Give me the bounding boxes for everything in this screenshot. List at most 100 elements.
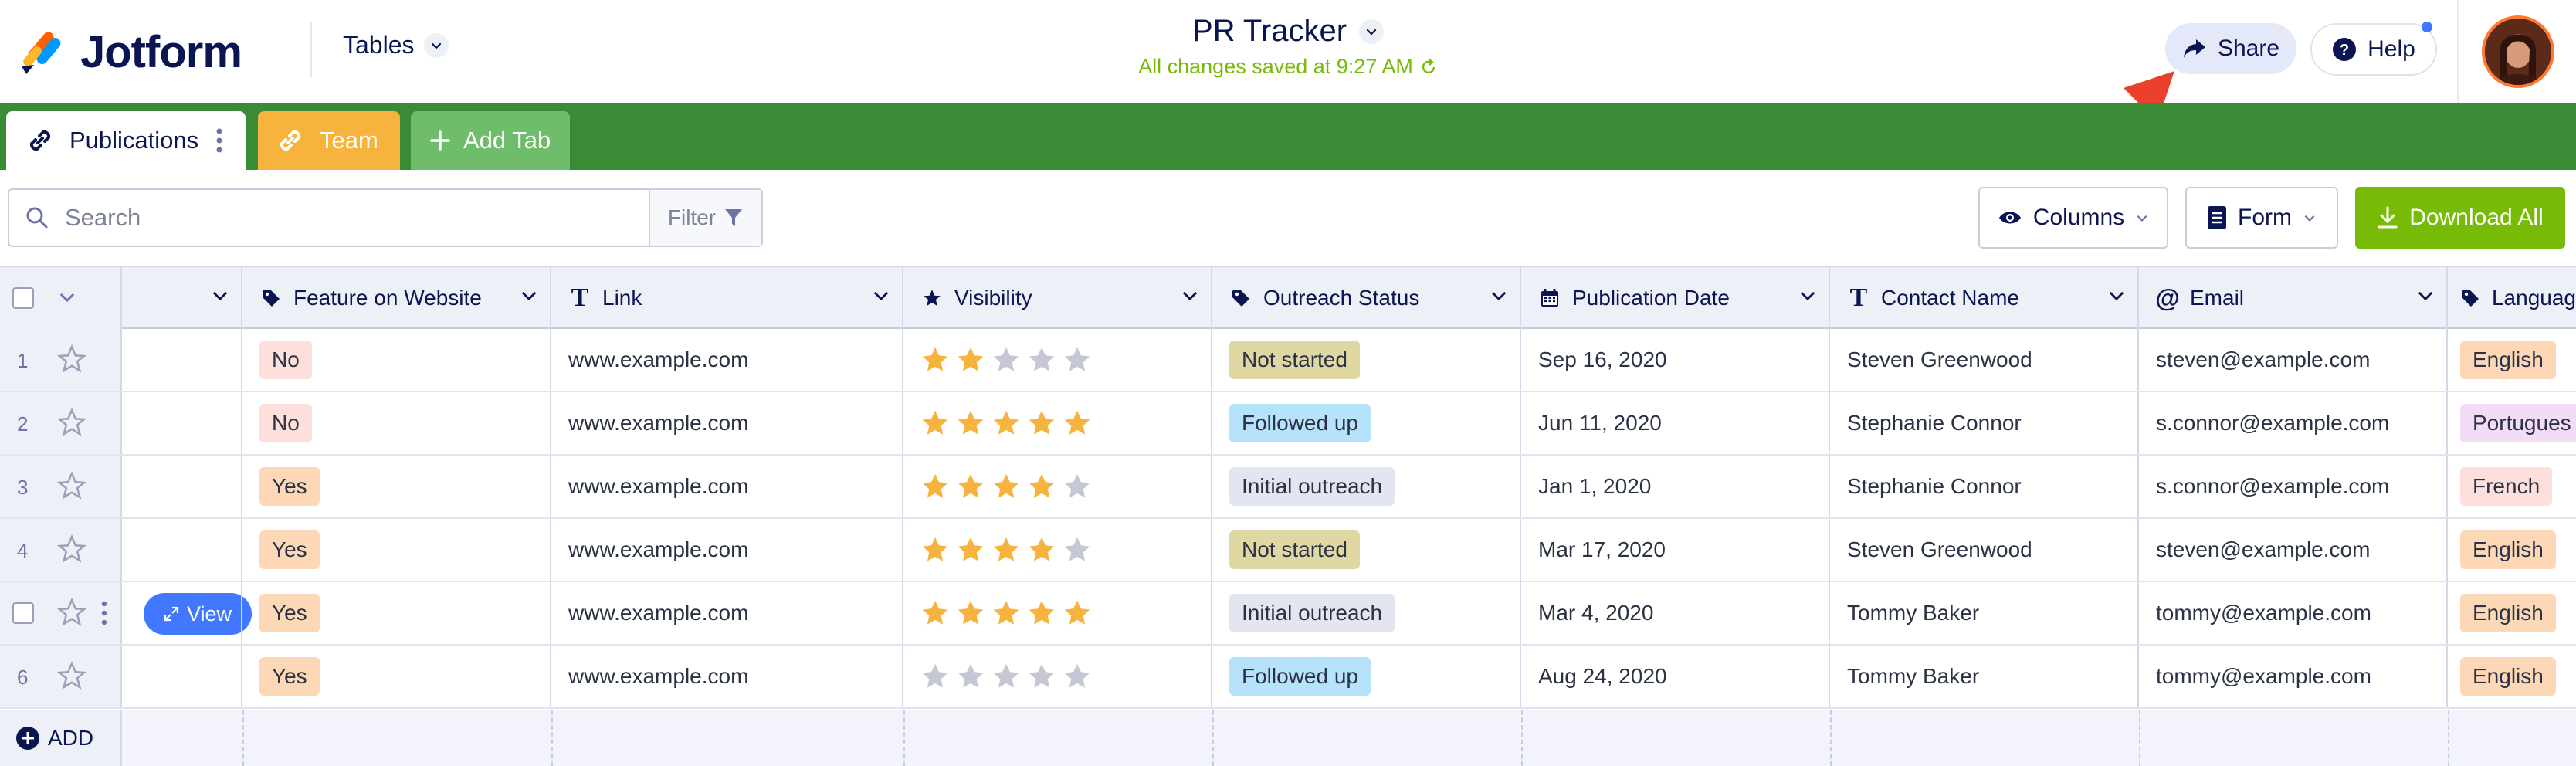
column-header-publication-date[interactable]: Publication Date [1521,267,1830,329]
link-cell[interactable]: www.example.com [551,646,903,707]
feature-cell[interactable]: Yes [242,646,551,707]
star-filled-icon[interactable] [1027,598,1056,628]
star-empty-icon[interactable] [956,662,985,691]
link-cell[interactable]: www.example.com [551,329,903,391]
form-button[interactable]: Form [2185,187,2338,249]
date-cell[interactable]: Mar 17, 2020 [1521,519,1830,581]
row-action-cell[interactable] [122,646,242,707]
star-outline-icon[interactable] [57,661,86,690]
star-rating[interactable] [920,662,1092,691]
star-filled-icon[interactable] [920,408,950,438]
contact-cell[interactable]: Tommy Baker [1830,582,2139,644]
star-filled-icon[interactable] [920,345,950,375]
star-filled-icon[interactable] [956,408,985,438]
email-cell[interactable]: steven@example.com [2139,519,2448,581]
table-row[interactable]: View Yes www.example.com Initial outreach Ma… [0,582,2576,646]
star-filled-icon[interactable] [956,535,985,564]
table-row[interactable]: 6 Yes www.example.com Followed up Aug 24, 20… [0,646,2576,709]
tab-publications[interactable]: Publications [6,111,246,170]
filter-button[interactable]: Filter [650,190,761,246]
row-action-cell[interactable] [122,582,242,644]
date-cell[interactable]: Aug 24, 2020 [1521,646,1830,707]
avatar[interactable] [2482,15,2554,88]
star-filled-icon[interactable] [920,472,950,501]
star-empty-icon[interactable] [991,662,1021,691]
table-row[interactable]: 3 Yes www.example.com Initial outreach Jan 1… [0,456,2576,519]
star-outline-icon[interactable] [57,408,86,437]
document-title[interactable]: PR Tracker [1192,14,1385,49]
star-rating[interactable] [920,345,1092,375]
contact-cell[interactable]: Stephanie Connor [1830,456,2139,517]
column-header-actions[interactable] [122,267,242,329]
visibility-rating[interactable] [903,392,1212,454]
star-empty-icon[interactable] [1063,535,1092,564]
select-all-checkbox[interactable] [12,287,34,309]
feature-cell[interactable]: Yes [242,519,551,581]
star-filled-icon[interactable] [920,598,950,628]
link-cell[interactable]: www.example.com [551,392,903,454]
star-rating[interactable] [920,535,1092,564]
row-action-cell[interactable] [122,456,242,517]
date-cell[interactable]: Jan 1, 2020 [1521,456,1830,517]
contact-cell[interactable]: Tommy Baker [1830,646,2139,707]
visibility-rating[interactable] [903,582,1212,644]
star-rating[interactable] [920,598,1092,628]
email-cell[interactable]: s.connor@example.com [2139,392,2448,454]
status-cell[interactable]: Not started [1212,329,1521,391]
columns-button[interactable]: Columns [1978,187,2168,249]
table-row[interactable]: 2 No www.example.com Followed up Jun 11, 202… [0,392,2576,456]
tables-menu[interactable]: Tables [343,31,449,59]
star-filled-icon[interactable] [1063,408,1092,438]
star-filled-icon[interactable] [991,472,1021,501]
row-action-cell[interactable] [122,519,242,581]
contact-cell[interactable]: Steven Greenwood [1830,519,2139,581]
status-cell[interactable]: Not started [1212,519,1521,581]
star-empty-icon[interactable] [1063,662,1092,691]
star-outline-icon[interactable] [57,598,86,627]
feature-cell[interactable]: No [242,392,551,454]
more-vertical-icon[interactable] [100,599,108,627]
link-cell[interactable]: www.example.com [551,456,903,517]
email-cell[interactable]: steven@example.com [2139,329,2448,391]
language-cell[interactable]: English [2448,329,2576,391]
more-vertical-icon[interactable] [215,127,223,154]
jotform-logo[interactable]: Jotform [19,26,242,78]
status-cell[interactable]: Initial outreach [1212,456,1521,517]
column-header-language[interactable]: Languag [2448,267,2576,329]
column-header-visibility[interactable]: Visibility [903,267,1212,329]
tab-team[interactable]: Team [258,111,400,170]
email-cell[interactable]: tommy@example.com [2139,582,2448,644]
feature-cell[interactable]: Yes [242,582,551,644]
row-action-cell[interactable] [122,329,242,391]
feature-cell[interactable]: Yes [242,456,551,517]
column-header-link[interactable]: T Link [551,267,903,329]
download-all-button[interactable]: Download All [2355,187,2565,249]
star-filled-icon[interactable] [956,598,985,628]
star-filled-icon[interactable] [991,408,1021,438]
link-cell[interactable]: www.example.com [551,519,903,581]
column-header-feature-on-website[interactable]: Feature on Website [242,267,551,329]
date-cell[interactable]: Sep 16, 2020 [1521,329,1830,391]
help-button[interactable]: ? Help [2310,23,2437,76]
star-rating[interactable] [920,408,1092,438]
table-row[interactable]: 1 No www.example.com Not started Sep 16, 202… [0,329,2576,392]
star-filled-icon[interactable] [991,535,1021,564]
search-box[interactable] [9,190,650,246]
star-outline-icon[interactable] [57,471,86,500]
star-filled-icon[interactable] [1027,472,1056,501]
language-cell[interactable]: French [2448,456,2576,517]
star-empty-icon[interactable] [1063,345,1092,375]
visibility-rating[interactable] [903,329,1212,391]
column-header-contact-name[interactable]: T Contact Name [1830,267,2139,329]
row-action-cell[interactable] [122,392,242,454]
date-cell[interactable]: Jun 11, 2020 [1521,392,1830,454]
star-outline-icon[interactable] [57,344,86,374]
search-input[interactable] [63,203,530,232]
status-cell[interactable]: Followed up [1212,392,1521,454]
row-checkbox[interactable] [12,602,34,624]
star-rating[interactable] [920,472,1092,501]
chevron-down-icon[interactable] [59,290,76,304]
star-empty-icon[interactable] [991,345,1021,375]
language-cell[interactable]: English [2448,582,2576,644]
star-outline-icon[interactable] [57,534,86,564]
